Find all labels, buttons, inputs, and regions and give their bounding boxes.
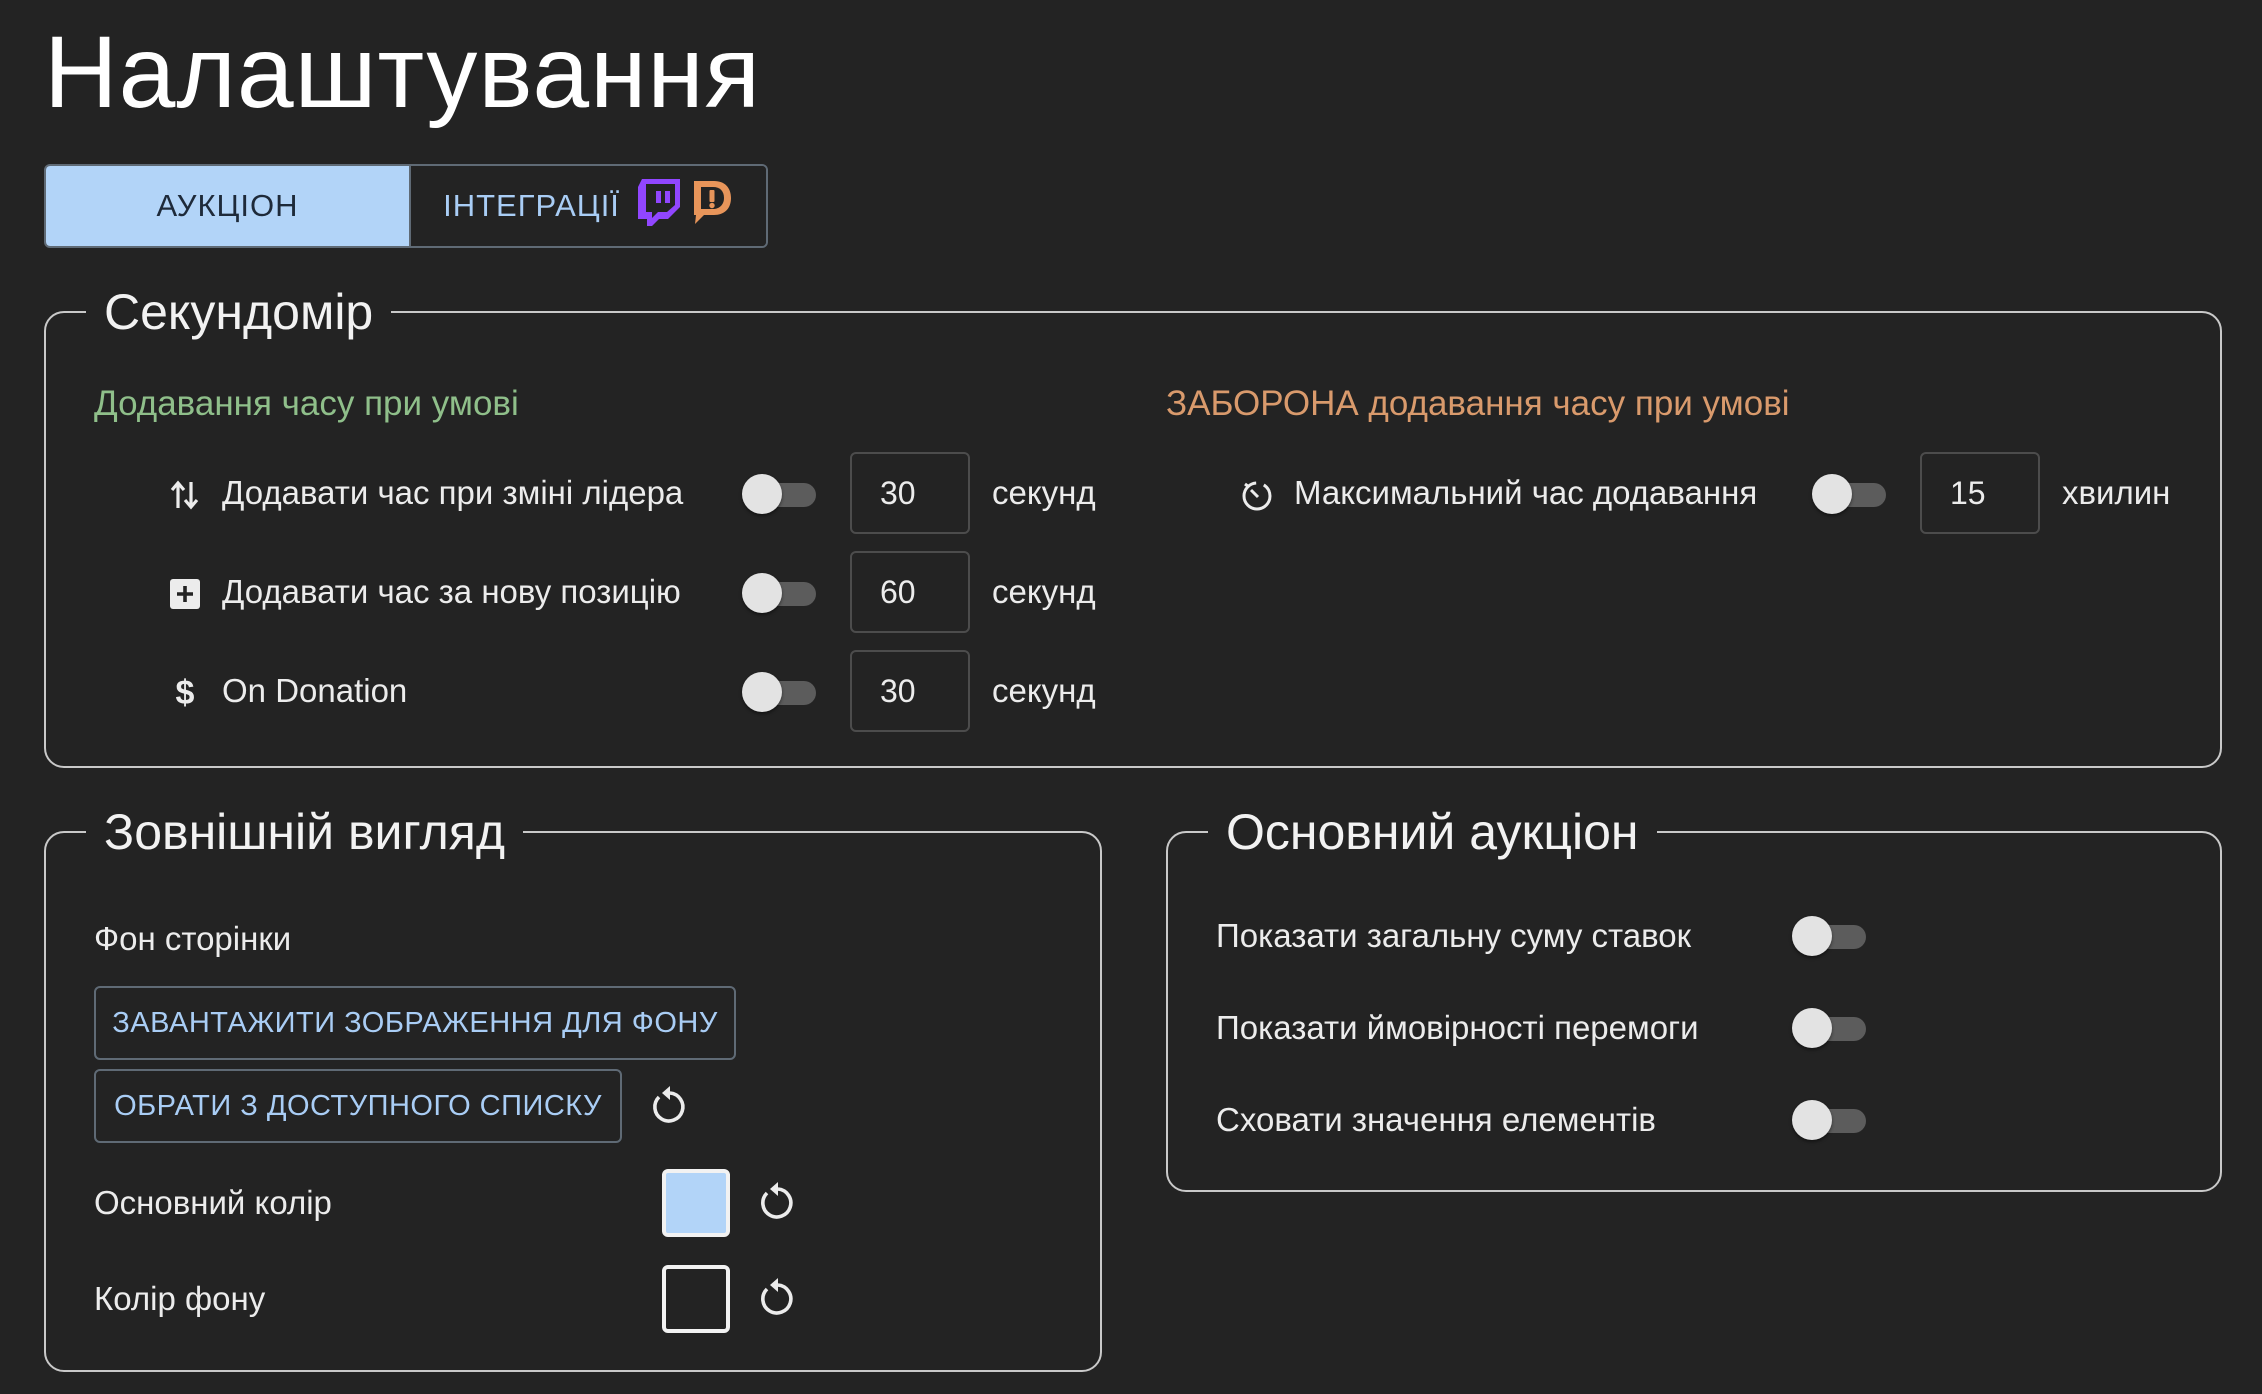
max-time-label: Максимальний час додавання xyxy=(1294,474,1758,511)
background-label: Фон сторінки xyxy=(94,920,292,957)
dollar-icon: $ xyxy=(168,674,202,710)
tab-auction[interactable]: АУКЦІОН xyxy=(46,166,409,246)
show-win-probability-label: Показати ймовірності перемоги xyxy=(1216,1009,1699,1046)
hide-values-label: Сховати значення елементів xyxy=(1216,1101,1656,1138)
choose-from-list-button[interactable]: ОБРАТИ З ДОСТУПНОГО СПИСКУ xyxy=(94,1069,622,1143)
show-win-probability-switch[interactable] xyxy=(1792,1008,1866,1048)
tab-integrations-label: ІНТЕГРАЦІЇ xyxy=(443,188,620,223)
tab-integrations[interactable]: ІНТЕГРАЦІЇ xyxy=(409,166,766,246)
leader-change-switch[interactable] xyxy=(742,474,816,514)
reset-background-color-icon[interactable] xyxy=(756,1276,800,1320)
leader-change-seconds-input[interactable] xyxy=(850,452,970,534)
max-time-switch[interactable] xyxy=(1812,474,1886,514)
leader-change-label: Додавати час при зміні лідера xyxy=(222,474,684,511)
hide-values-switch[interactable] xyxy=(1792,1100,1866,1140)
page-title: Налаштування xyxy=(44,15,761,129)
stopwatch-title: Секундомір xyxy=(104,284,374,340)
max-time-unit: хвилин xyxy=(2062,474,2171,511)
new-position-unit: секунд xyxy=(992,573,1096,610)
new-position-switch[interactable] xyxy=(742,573,816,613)
settings-tabs: АУКЦІОН ІНТЕГРАЦІЇ xyxy=(44,164,768,248)
reset-background-icon[interactable] xyxy=(648,1084,692,1128)
show-total-bids-switch[interactable] xyxy=(1792,916,1866,956)
new-position-label: Додавати час за нову позицію xyxy=(222,573,681,610)
primary-color-label: Основний колір xyxy=(94,1184,332,1221)
add-time-heading: Додавання часу при умові xyxy=(94,384,519,423)
svg-text:$: $ xyxy=(176,674,195,710)
leader-change-unit: секунд xyxy=(992,474,1096,511)
on-donation-switch[interactable] xyxy=(742,672,816,712)
on-donation-seconds-input[interactable] xyxy=(850,650,970,732)
tab-auction-label: АУКЦІОН xyxy=(156,188,299,223)
main-auction-title: Основний аукціон xyxy=(1226,804,1639,860)
twitch-icon xyxy=(636,177,682,235)
on-donation-unit: секунд xyxy=(992,672,1096,709)
on-donation-label: On Donation xyxy=(222,672,408,709)
swap-arrows-icon xyxy=(168,478,202,512)
background-color-label: Колір фону xyxy=(94,1280,266,1317)
show-total-bids-label: Показати загальну суму ставок xyxy=(1216,917,1692,954)
appearance-title: Зовнішній вигляд xyxy=(104,804,506,860)
reset-primary-color-icon[interactable] xyxy=(756,1180,800,1224)
upload-background-button[interactable]: ЗАВАНТАЖИТИ ЗОБРАЖЕННЯ ДЛЯ ФОНУ xyxy=(94,986,736,1060)
new-position-seconds-input[interactable] xyxy=(850,551,970,633)
ban-time-heading: ЗАБОРОНА додавання часу при умові xyxy=(1166,384,1790,423)
timer-off-icon xyxy=(1240,478,1274,512)
max-time-minutes-input[interactable] xyxy=(1920,452,2040,534)
plus-box-icon xyxy=(168,577,202,611)
background-color-swatch[interactable] xyxy=(662,1265,730,1333)
primary-color-swatch[interactable] xyxy=(662,1169,730,1237)
donationalerts-icon xyxy=(688,177,734,235)
